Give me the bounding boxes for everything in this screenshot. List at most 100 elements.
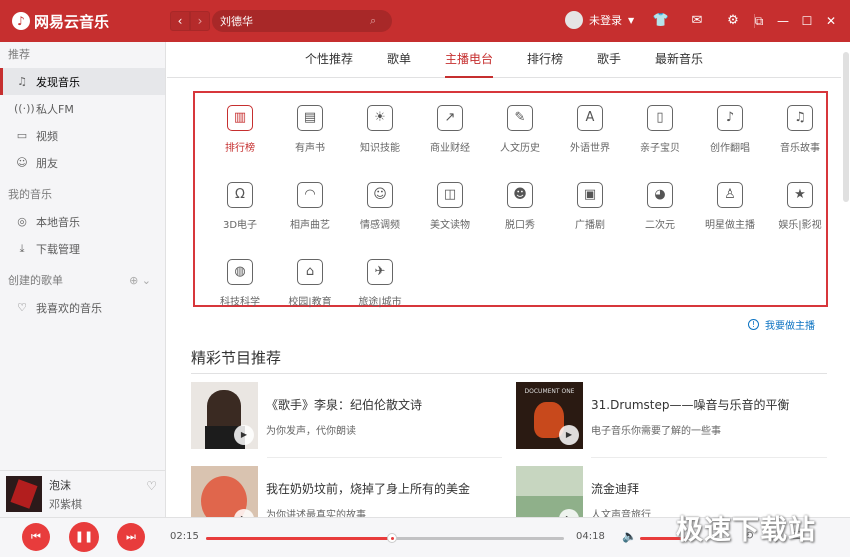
program-item[interactable]: ▶ 我在奶奶坟前，烧掉了身上所有的美金 为你讲述最真实的故事 [191,466,491,517]
next-icon[interactable]: ⏭ [117,523,145,551]
close-icon[interactable]: ✕ [822,12,840,30]
tab-dj-radio[interactable]: 主播电台 [444,42,494,78]
program-thumbnail[interactable]: DOCUMENT ONE ▶ [516,382,583,449]
chevron-down-icon[interactable]: ▼ [628,16,634,25]
category-item[interactable]: A 外语世界 [555,105,625,154]
heart-icon[interactable]: ♡ [146,479,157,493]
prev-icon[interactable]: ⏮ [22,523,50,551]
program-subtitle: 为你发声，代你朗读 [266,426,356,437]
volume-icon[interactable]: 🔈 [622,529,637,543]
category-label: 旅途|城市 [358,297,402,308]
apply-dj-label[interactable]: 我要做主播 [765,317,815,332]
tab-artists[interactable]: 歌手 [597,42,621,78]
sidebar-item-discover[interactable]: ♫ 发现音乐 [0,68,165,95]
forward-button[interactable]: › [190,11,210,31]
tab-playlists[interactable]: 歌单 [387,42,411,78]
category-item[interactable]: ♫ 音乐故事 [765,105,835,154]
album-cover[interactable] [6,476,42,512]
program-thumbnail[interactable]: ▶ [191,382,258,449]
search-icon[interactable]: ⌕ [370,14,376,28]
sidebar-item-label: 本地音乐 [36,215,80,229]
search-input[interactable] [220,14,370,28]
section-title: 精彩节目推荐 [191,349,282,367]
apply-dj-link[interactable]: ! 我要做主播 [748,317,815,332]
progress-bar[interactable] [206,533,564,543]
category-item[interactable]: ↗ 商业财经 [415,105,485,154]
app-name: 网易云音乐 [34,12,110,31]
back-button[interactable]: ‹ [170,11,190,31]
program-item[interactable]: DOCUMENT ONE ▶ 31.Drumstep——噪音与乐音的平衡 电子音… [516,382,816,450]
avatar[interactable] [565,11,583,29]
headphones-icon: Ω [227,182,253,208]
now-playing-artist[interactable]: 邓紫棋 [49,496,82,512]
category-item[interactable]: ✈ 旅途|城市 [345,259,415,308]
program-subtitle: 电子音乐你需要了解的一些事 [591,426,721,437]
login-label[interactable]: 未登录 [589,12,622,28]
program-title[interactable]: 我在奶奶坟前，烧掉了身上所有的美金 [266,480,470,497]
category-item[interactable]: ▥ 排行榜 [205,105,275,154]
sidebar-section-my-music: 我的音乐 [8,188,52,201]
sidebar-item-local-music[interactable]: ◎ 本地音乐 [0,208,165,235]
chevron-down-icon[interactable]: ⌄ [142,274,151,287]
program-thumbnail[interactable]: ▶ [191,466,258,517]
music-note-icon: ♫ [17,75,27,88]
category-item[interactable]: ▣ 广播剧 [555,182,625,231]
category-item[interactable]: ◕ 二次元 [625,182,695,231]
tab-personal-recommend[interactable]: 个性推荐 [305,42,353,78]
add-playlist-icon[interactable]: ⊕ [129,274,138,287]
tab-charts[interactable]: 排行榜 [527,42,563,78]
sidebar-item-downloads[interactable]: ⤓ 下载管理 [0,235,165,262]
pause-icon[interactable]: ❚❚ [69,522,99,552]
program-title[interactable]: 《歌手》李泉：纪伯伦散文诗 [266,396,422,413]
category-item[interactable]: ☻ 脱口秀 [485,182,555,231]
program-thumbnail[interactable]: ▶ [516,466,583,517]
minimize-icon[interactable]: — [774,12,792,30]
sidebar-item-fm[interactable]: ((·)) 私人FM [0,95,165,122]
category-label: 明星做主播 [705,220,755,231]
mask-icon: ☻ [507,182,533,208]
category-item[interactable]: ◫ 美文读物 [415,182,485,231]
category-item[interactable]: ✎ 人文历史 [485,105,555,154]
sidebar-item-liked[interactable]: ♡ 我喜欢的音乐 [0,294,165,321]
category-item[interactable]: ◍ 科技科学 [205,259,275,308]
maximize-icon[interactable]: ☐ [798,12,816,30]
category-item[interactable]: ◠ 相声曲艺 [275,182,345,231]
play-icon[interactable]: ▶ [234,509,254,517]
program-item[interactable]: ▶ 《歌手》李泉：纪伯伦散文诗 为你发声，代你朗读 [191,382,491,450]
sidebar-section-playlists: 创建的歌单 ⊕ ⌄ [0,268,165,294]
category-item[interactable]: ▤ 有声书 [275,105,345,154]
scrollbar-thumb[interactable] [843,52,849,202]
skin-icon[interactable]: 👕 [652,12,670,30]
mini-mode-icon[interactable]: ⧉ [750,12,768,30]
mail-icon[interactable]: ✉ [688,12,706,30]
progress-knob[interactable] [387,533,398,543]
category-item[interactable]: Ω 3D电子 [205,182,275,231]
user-login[interactable]: 未登录 ▼ [565,11,634,29]
now-playing-mini[interactable]: 泡沫 邓紫棋 ♡ [0,470,166,517]
cartoon-face-icon: ◕ [647,182,673,208]
program-title[interactable]: 31.Drumstep——噪音与乐音的平衡 [591,396,790,413]
search-box[interactable]: ⌕ [212,10,392,32]
app-logo[interactable]: ♪ 网易云音乐 [12,11,152,32]
program-title[interactable]: 流金迪拜 [591,480,639,497]
sidebar-item-video[interactable]: ▭ 视频 [0,122,165,149]
play-icon[interactable]: ▶ [559,425,579,445]
play-icon[interactable]: ▶ [234,425,254,445]
trend-chart-icon: ↗ [437,105,463,131]
category-item[interactable]: ♪ 创作翻唱 [695,105,765,154]
category-item[interactable]: ⌂ 校园|教育 [275,259,345,308]
category-item[interactable]: ♙ 明星做主播 [695,182,765,231]
now-playing-title: 泡沫 [49,478,71,492]
category-item[interactable]: ☀ 知识技能 [345,105,415,154]
scrollbar[interactable] [842,42,850,517]
sidebar-item-friends[interactable]: ☺ 朋友 [0,149,165,176]
program-subtitle: 为你讲述最真实的故事 [266,510,366,517]
category-label: 知识技能 [360,143,400,154]
tab-new-music[interactable]: 最新音乐 [655,42,703,78]
category-item[interactable]: ★ 娱乐|影视 [765,182,835,231]
category-item[interactable]: ☺ 情感调频 [345,182,415,231]
category-item[interactable]: ▯ 亲子宝贝 [625,105,695,154]
lightbulb-icon: ☀ [367,105,393,131]
fan-icon: ◠ [297,182,323,208]
gear-icon[interactable]: ⚙ [724,12,742,30]
